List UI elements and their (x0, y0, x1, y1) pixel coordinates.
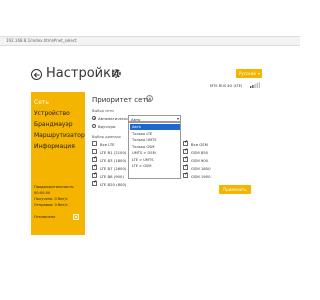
checkbox-gsm-1900[interactable] (183, 172, 188, 178)
chevron-down-icon: ▾ (257, 71, 260, 76)
dropdown-option[interactable]: UMTS > GSM (130, 150, 180, 156)
checkbox-lte-b3[interactable] (92, 156, 97, 162)
gear-icon[interactable] (111, 68, 122, 79)
radio-manual[interactable] (92, 124, 96, 128)
language-label: Русский (239, 71, 256, 76)
sidebar-item-router[interactable]: Маршрутизатор (34, 132, 85, 139)
duration-label: Продолжительность: (34, 185, 75, 189)
band-label: Все LTE (100, 141, 115, 147)
checkbox-gsm-900[interactable] (183, 156, 188, 162)
band-label: LTE B1 (2100) (100, 149, 127, 155)
dropdown-option[interactable]: Только LTE (130, 131, 180, 137)
back-arrow-icon[interactable] (31, 69, 42, 80)
dropdown-option[interactable]: LTE > UMTS (130, 157, 180, 163)
checkbox-lte-b20[interactable] (92, 180, 97, 186)
section-title: Приоритет сети (92, 96, 152, 104)
dropdown-option[interactable]: Только UMTS (130, 137, 180, 143)
band-label: LTE B3 (1800) (100, 157, 127, 163)
dropdown-option[interactable]: Авто (130, 124, 180, 131)
address-bar[interactable]: 192.168.8.1/index.html#net_select (0, 36, 300, 46)
radio-manual-label: Вручную (98, 124, 116, 129)
band-label: LTE B8 (900) (100, 173, 124, 179)
checkbox-lte-b8[interactable] (92, 172, 97, 178)
checkbox-gsm-1800[interactable] (183, 164, 188, 170)
apply-button[interactable]: Применить (219, 185, 251, 194)
checkbox-lte-b7[interactable] (92, 164, 97, 170)
page-title: Настройки (46, 66, 120, 81)
checkbox-lte-all[interactable] (92, 141, 97, 146)
signal-strength-icon (250, 82, 260, 88)
radio-auto[interactable] (92, 116, 96, 120)
band-label: GSM 1800 (191, 165, 211, 171)
disconnect-icon[interactable] (73, 214, 79, 220)
sent-rate: Отправка: 0 бит/с (34, 203, 68, 207)
chevron-down-icon: ▾ (176, 116, 179, 121)
band-label: GSM 1900 (191, 173, 211, 179)
band-label: Все GSM (191, 141, 208, 147)
network-mode-select[interactable]: Авто ▾ (128, 115, 181, 122)
page: 192.168.8.1/index.html#net_select Настро… (0, 0, 300, 300)
connection-status: Отключено (34, 215, 56, 219)
language-select[interactable]: Русский ▾ (236, 69, 262, 78)
sidebar-item-network[interactable]: Сеть (34, 99, 49, 106)
band-label: LTE B7 (2600) (100, 165, 127, 171)
band-select-label: Выбор диапазо (92, 135, 121, 139)
operator-name: MTS RUS 4G (LTE) (210, 84, 243, 88)
band-label: LTE B20 (800) (100, 181, 127, 187)
radio-auto-label: Автоматически (98, 116, 129, 121)
info-icon[interactable]: ? (146, 95, 153, 102)
band-label: GSM 900 (191, 157, 209, 163)
band-label: GSM 850 (191, 149, 209, 155)
checkbox-lte-b1[interactable] (92, 149, 97, 154)
sidebar-item-info[interactable]: Информация (34, 143, 75, 150)
checkbox-gsm-all[interactable] (183, 140, 188, 146)
network-mode-dropdown: Авто Только LTE Только UMTS Только GSM U… (128, 122, 181, 179)
sidebar-item-firewall[interactable]: Брандмауэр (34, 121, 73, 128)
sidebar-item-device[interactable]: Устройство (34, 110, 70, 117)
url-text: 192.168.8.1/index.html#net_select (6, 38, 77, 43)
received-rate: Получено: 0 бит/с (34, 197, 68, 201)
duration-value: 00:00:00 (34, 191, 51, 195)
checkbox-gsm-850[interactable] (183, 148, 188, 154)
dropdown-option[interactable]: LTE > GSM (130, 163, 180, 169)
network-select-label: Выбор сети (92, 109, 114, 113)
dropdown-option[interactable]: Только GSM (130, 144, 180, 150)
